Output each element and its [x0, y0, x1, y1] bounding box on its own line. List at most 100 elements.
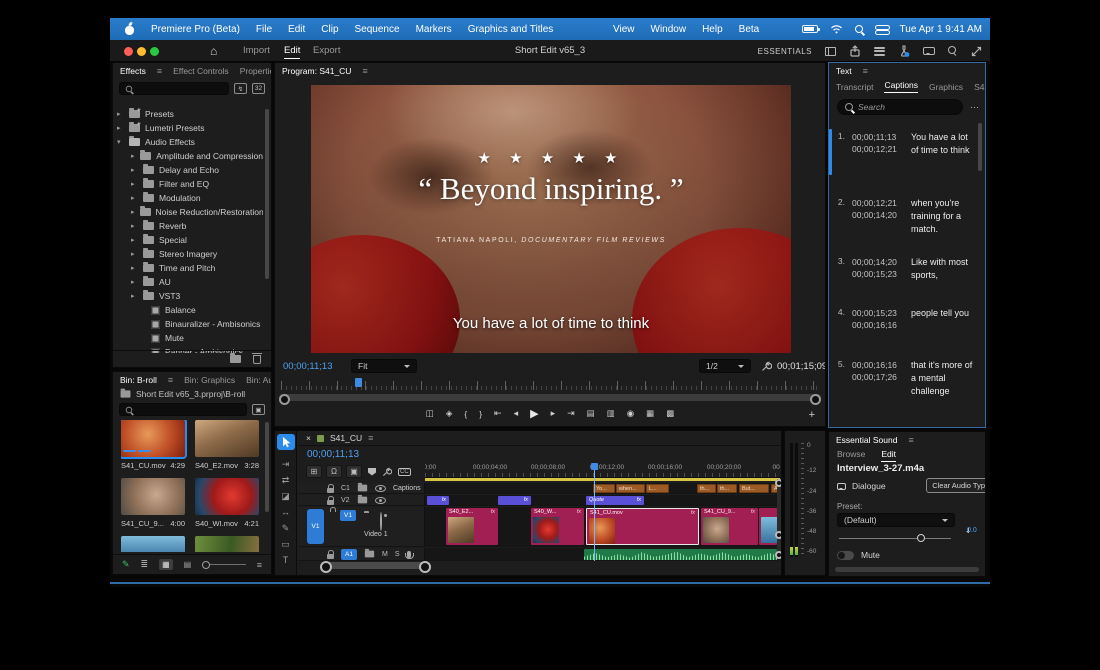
timeline-display-settings-button[interactable]: ⊞ [306, 465, 322, 478]
mute-track-button[interactable]: M [382, 551, 388, 558]
step-back-icon[interactable]: ◂ [514, 408, 519, 419]
filmstrip-view-icon[interactable]: ▤ [184, 560, 192, 569]
caption-timecodes[interactable]: 00;00;16;1600;00;17;26 [852, 359, 904, 398]
effects-search-input[interactable] [119, 82, 229, 95]
twisty-icon[interactable]: ▸ [131, 236, 138, 244]
tab-bin-graphics[interactable]: Bin: Graphics [184, 375, 235, 385]
slider-knob[interactable] [917, 534, 925, 542]
thumbnail-view-icon[interactable]: ▦ [159, 559, 173, 570]
effects-scrollbar[interactable] [265, 109, 269, 279]
captions-scrollbar[interactable] [978, 123, 982, 171]
effects-tree-item[interactable]: ▸ Presets [117, 107, 263, 121]
list-view-icon[interactable]: ≣ [141, 559, 149, 570]
mute-toggle[interactable] [837, 551, 854, 560]
twisty-icon[interactable]: ▸ [131, 292, 138, 300]
effects-tree-item[interactable]: Binauralizer - Ambisonics [117, 317, 263, 331]
track-v2-badge[interactable]: V2 [341, 497, 350, 504]
bin-clip[interactable]: S40_WI.mov 4:21 [195, 478, 259, 528]
effects-tree-item[interactable]: ▸ Reverb [117, 219, 263, 233]
menu-item[interactable]: Markers [416, 24, 452, 35]
caption-block[interactable]: th... [717, 484, 737, 493]
step-forward-icon[interactable]: ▸ [551, 408, 556, 419]
caption-row[interactable]: 2. 00;00;12;2100;00;14;20 when you're tr… [835, 197, 973, 236]
caption-timecodes[interactable]: 00;00;12;2100;00;14;20 [852, 197, 904, 236]
nav-export[interactable]: Export [313, 45, 340, 56]
play-icon[interactable]: ▶ [530, 407, 538, 420]
twisty-icon[interactable]: ▸ [131, 250, 138, 258]
razor-tool[interactable]: ◪ [277, 488, 295, 504]
menu-item[interactable]: Help [702, 24, 723, 35]
bin-scrollbar[interactable] [265, 422, 269, 512]
clip-thumbnail[interactable] [195, 536, 259, 552]
effects-tree-item[interactable]: ▸ Time and Pitch [117, 261, 263, 275]
twisty-icon[interactable]: ▾ [117, 138, 124, 146]
clip-thumbnail[interactable] [121, 536, 185, 552]
caption-text[interactable]: Like with most sports, [911, 256, 973, 282]
caption-text[interactable]: that it's more of a mental challenge [911, 359, 973, 398]
insert-folder-icon[interactable] [357, 497, 366, 504]
caption-row[interactable]: 4. 00;00;15;2300;00;16;16 people tell yo… [835, 307, 973, 332]
caption-text[interactable]: people tell you [911, 307, 973, 332]
program-scrollbar[interactable] [279, 394, 821, 401]
video-clip[interactable]: S41_CU_9...fx [701, 508, 758, 545]
slip-tool[interactable]: ↔ [277, 504, 295, 520]
caption-timecodes[interactable]: 00;00;11;1300;00;12;21 [852, 131, 904, 157]
timeline-ruler[interactable]: 00;0000;00;04;0000;00;08;0000;00;12;0000… [425, 463, 780, 478]
insert-icon[interactable]: ▦ [646, 408, 654, 419]
extract-icon[interactable]: ▥ [607, 408, 615, 419]
menubar-clock[interactable]: Tue Apr 1 9:41 AM [900, 24, 982, 35]
tab-edit[interactable]: Edit [881, 449, 896, 462]
playback-resolution-dropdown[interactable]: 1/2 [699, 359, 751, 373]
twisty-icon[interactable]: ▸ [131, 166, 138, 174]
menu-item[interactable]: Graphics and Titles [468, 24, 554, 35]
clip-volume-value[interactable]: 0.0 [967, 527, 977, 534]
caption-block[interactable]: L... [646, 484, 669, 493]
go-to-out-icon[interactable]: ⇥ [567, 408, 575, 419]
menu-item[interactable]: Premiere Pro (Beta) [151, 24, 240, 35]
in-out-filter-icon[interactable]: ▣ [252, 404, 265, 415]
overwrite-icon[interactable]: ▩ [666, 408, 674, 419]
more-options-icon[interactable]: ··· [970, 102, 979, 112]
bin-clip[interactable]: S41_CU_9... 4:00 [121, 478, 185, 528]
caption-block[interactable]: Yo... [593, 484, 615, 493]
caption-row[interactable]: 3. 00;00;14;2000;00;15;23 Like with most… [835, 256, 973, 282]
workspace-icon[interactable] [825, 47, 836, 56]
menu-item[interactable]: Sequence [355, 24, 400, 35]
menu-item[interactable]: Window [651, 24, 687, 35]
twisty-icon[interactable]: ▸ [117, 124, 124, 132]
bin-search-input[interactable] [119, 403, 247, 416]
lock-icon[interactable] [327, 500, 334, 505]
beta-feedback-beaker-icon[interactable] [898, 45, 910, 57]
effects-tree-item[interactable]: ▸ Stereo Imagery [117, 247, 263, 261]
video-clip[interactable]: S40_E2...fx [446, 508, 498, 545]
mark-out-icon[interactable]: } [479, 409, 482, 419]
linked-selection-button[interactable]: ▣ [346, 465, 362, 478]
bin-clip[interactable] [195, 536, 259, 552]
comments-icon[interactable] [923, 47, 935, 55]
pen-tool[interactable]: ✎ [277, 520, 295, 536]
twisty-icon[interactable]: ▸ [131, 278, 138, 286]
bin-clip[interactable] [121, 536, 185, 552]
ripple-edit-tool[interactable]: ⇄ [277, 472, 295, 488]
quick-search-icon[interactable] [948, 46, 958, 56]
timeline-timecode[interactable]: 00;00;11;13 [307, 449, 359, 460]
trash-icon[interactable] [253, 355, 261, 364]
timeline-vscrollbar[interactable] [777, 479, 781, 559]
solo-track-button[interactable]: S [395, 551, 400, 558]
twisty-icon[interactable]: ▸ [131, 152, 135, 160]
timeline-settings-wrench-icon[interactable] [382, 467, 392, 477]
32bit-effects-badge-icon[interactable]: 32 [252, 83, 265, 94]
timeline-hscrollbar[interactable] [322, 562, 429, 569]
eye-icon[interactable] [375, 497, 386, 504]
workspace-label[interactable]: ESSENTIALS [758, 47, 812, 56]
panel-menu-icon[interactable]: ≡ [168, 375, 173, 385]
export-frame-icon[interactable]: ◉ [627, 408, 634, 419]
home-icon[interactable]: ⌂ [210, 44, 217, 58]
effects-tree-item[interactable]: ▸ Special [117, 233, 263, 247]
tab-bin-audio[interactable]: Bin: Au [246, 375, 271, 385]
close-sequence-icon[interactable]: × [306, 433, 311, 443]
graphic-clip[interactable]: fx [498, 496, 531, 505]
twisty-icon[interactable]: ▸ [131, 208, 135, 216]
apple-icon[interactable] [124, 23, 135, 35]
lift-icon[interactable]: ▤ [587, 408, 595, 419]
